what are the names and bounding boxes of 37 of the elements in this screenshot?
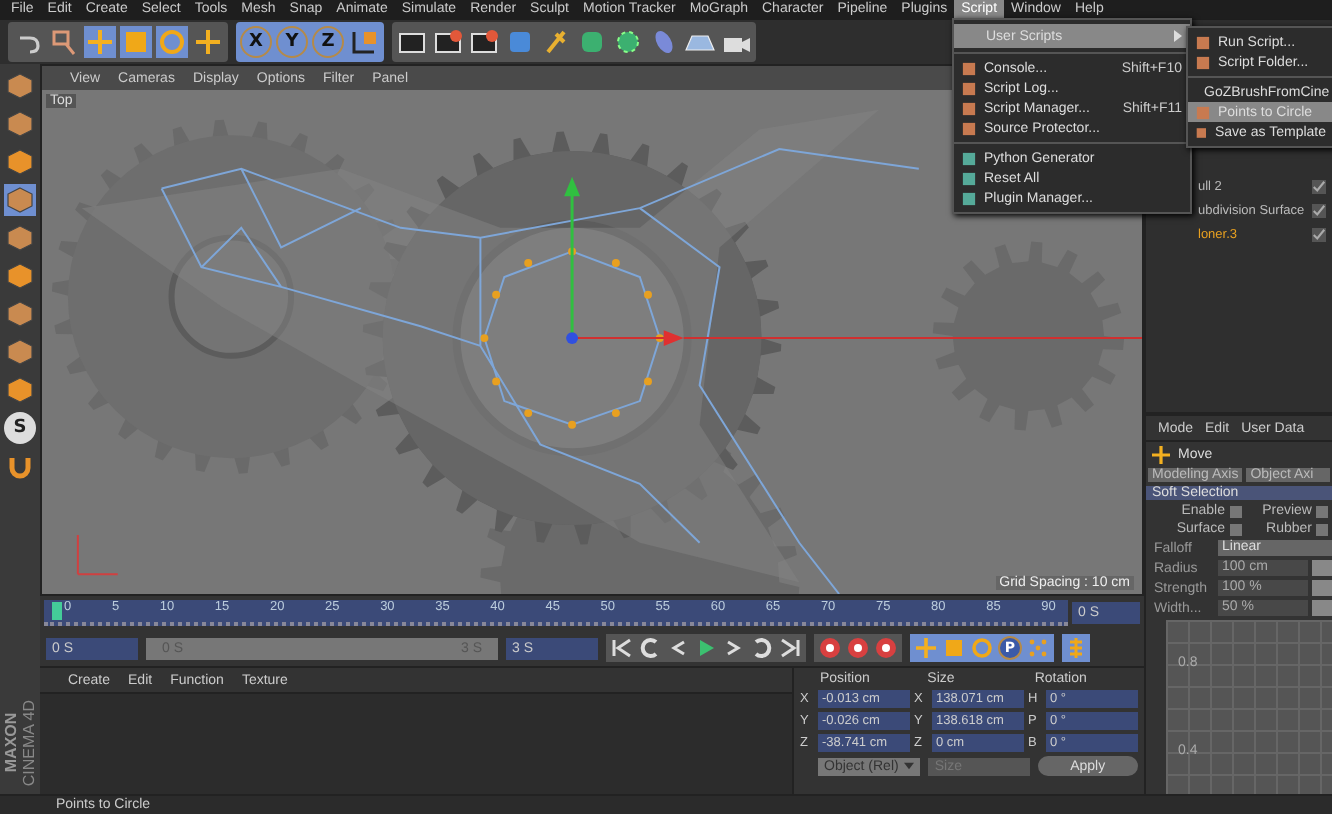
checkbox[interactable] (1316, 523, 1328, 535)
checkmark-icon[interactable] (1312, 179, 1326, 193)
logo-text: CINEMA 4D (20, 699, 38, 786)
record-key-icon[interactable] (874, 636, 898, 660)
previous-key-icon[interactable] (638, 636, 662, 660)
axis-lock-button[interactable]: X (240, 26, 272, 58)
checkbox[interactable] (1229, 505, 1241, 517)
checkmark-icon[interactable] (1312, 203, 1326, 217)
step-back-icon[interactable] (666, 636, 690, 660)
axis-lock-button[interactable]: Z (312, 26, 344, 58)
record-key-icon[interactable] (818, 636, 842, 660)
color-swatch[interactable] (1312, 560, 1332, 576)
render-picture-icon[interactable] (432, 26, 464, 58)
flower-icon[interactable] (612, 26, 644, 58)
coordinate-system-icon[interactable] (348, 26, 380, 58)
checkbox[interactable] (1229, 523, 1241, 535)
axis-indicator-icon (76, 533, 119, 576)
play-icon[interactable] (694, 636, 718, 660)
selection-tool-icon[interactable] (48, 26, 80, 58)
move-gizmo-drawing[interactable] (564, 176, 684, 346)
add-icon[interactable] (192, 26, 224, 58)
next-key-icon[interactable] (750, 636, 774, 660)
caret-icon (904, 761, 915, 769)
color-swatch[interactable] (1312, 580, 1332, 596)
checkbox[interactable] (1316, 505, 1328, 517)
color-swatch[interactable] (1312, 600, 1332, 616)
go-to-start-icon[interactable] (610, 636, 634, 660)
snap-button[interactable]: S (4, 412, 36, 444)
checkmark-icon[interactable] (1312, 227, 1326, 241)
axis-lock-button[interactable]: Y (276, 26, 308, 58)
step-forward-icon[interactable] (722, 636, 746, 660)
render-settings-icon[interactable] (468, 26, 500, 58)
move-icon (1152, 446, 1170, 464)
logo-text: MAXON (2, 713, 20, 773)
record-key-icon[interactable] (846, 636, 870, 660)
go-to-end-icon[interactable] (778, 636, 802, 660)
submenu-arrow-icon (1174, 30, 1182, 42)
